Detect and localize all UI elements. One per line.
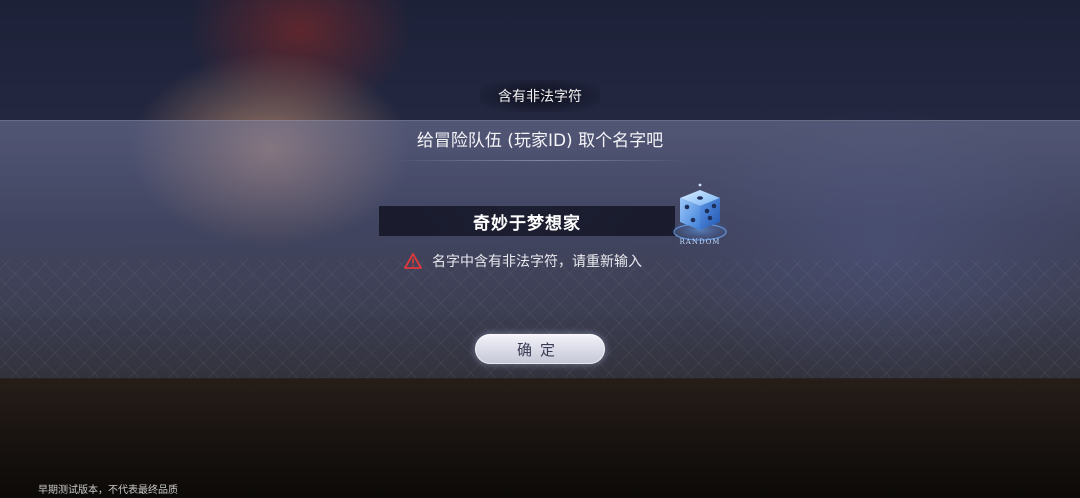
error-text: 名字中含有非法字符，请重新输入 — [432, 254, 642, 270]
random-name-button[interactable]: RANDOM — [664, 182, 734, 248]
warning-triangle-icon — [404, 253, 422, 269]
confirm-label: 确定 — [516, 340, 563, 359]
name-input-value: 奇妙于梦想家 — [473, 213, 581, 234]
error-message: 名字中含有非法字符，请重新输入 — [404, 250, 642, 272]
random-label: RANDOM — [680, 238, 721, 246]
title-divider — [390, 160, 690, 161]
name-input[interactable]: 奇妙于梦想家 — [379, 206, 675, 236]
build-disclaimer: 早期测试版本，不代表最终品质 — [38, 485, 178, 496]
dialog-title: 给冒险队伍 (玩家ID) 取个名字吧 — [416, 131, 664, 151]
toast-text: 含有非法字符 — [498, 89, 582, 105]
error-toast: 含有非法字符 — [480, 80, 600, 112]
bottom-shade — [0, 378, 1080, 498]
confirm-button[interactable]: 确定 — [475, 334, 605, 364]
dice-icon: RANDOM — [670, 183, 730, 246]
